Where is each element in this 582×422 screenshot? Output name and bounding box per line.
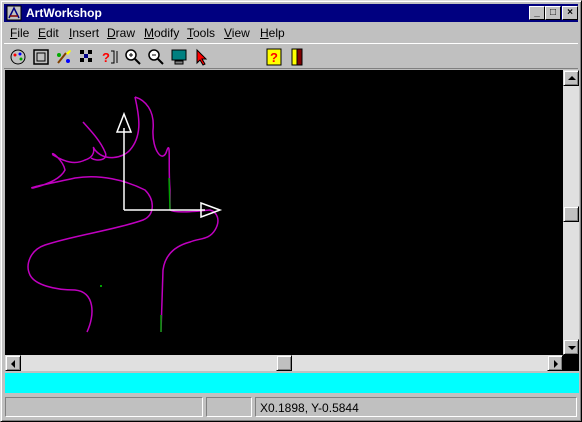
coordinate-readout: X0.1898, Y-0.5844 xyxy=(255,397,577,417)
status-pane-2 xyxy=(206,397,252,417)
help-icon[interactable]: ? xyxy=(264,47,284,67)
svg-text:?: ? xyxy=(102,50,110,65)
app-window: ArtWorkshop _ □ × File Edit Insert Draw … xyxy=(0,0,582,422)
maximize-button[interactable]: □ xyxy=(545,6,561,20)
scroll-right-button[interactable] xyxy=(547,355,563,371)
green-segment xyxy=(168,177,171,211)
scroll-up-button[interactable] xyxy=(563,70,579,86)
scroll-corner xyxy=(563,355,579,371)
palette-icon[interactable] xyxy=(8,47,28,67)
drawing-svg xyxy=(27,96,223,333)
left-arrow-icon xyxy=(11,360,15,368)
scroll-left-button[interactable] xyxy=(5,355,21,371)
frame-icon[interactable] xyxy=(31,47,51,67)
zoom-out-icon[interactable] xyxy=(146,47,166,67)
green-dot xyxy=(100,285,102,287)
svg-text:?: ? xyxy=(270,50,278,65)
menu-edit[interactable]: Edit xyxy=(38,26,59,40)
title-bar[interactable]: ArtWorkshop _ □ × xyxy=(4,4,578,22)
monitor-icon[interactable] xyxy=(169,47,189,67)
drawing-canvas[interactable] xyxy=(5,70,563,355)
menu-modify[interactable]: Modify xyxy=(144,26,179,40)
app-icon xyxy=(6,5,22,21)
menu-insert[interactable]: Insert xyxy=(69,26,99,40)
zoom-in-icon[interactable] xyxy=(123,47,143,67)
scroll-thumb-vertical[interactable] xyxy=(563,206,579,222)
magenta-lobe xyxy=(82,121,107,161)
magenta-antler xyxy=(27,96,153,333)
scroll-down-button[interactable] xyxy=(563,339,579,355)
magenta-curve xyxy=(134,96,219,333)
window-title: ArtWorkshop xyxy=(26,6,102,20)
paint-brush-icon[interactable] xyxy=(54,47,74,67)
status-bar: X0.1898, Y-0.5844 xyxy=(4,395,579,419)
pattern-icon[interactable] xyxy=(77,47,97,67)
close-icon: × xyxy=(567,7,573,18)
right-arrow-icon xyxy=(554,360,558,368)
menu-view[interactable]: View xyxy=(224,26,250,40)
exit-icon[interactable] xyxy=(287,47,307,67)
menu-bar: File Edit Insert Draw Modify Tools View … xyxy=(4,23,578,42)
menu-tools[interactable]: Tools xyxy=(187,26,215,40)
pointer-icon[interactable] xyxy=(192,47,212,67)
vertical-scrollbar[interactable] xyxy=(563,70,579,355)
query-icon[interactable]: ? xyxy=(100,47,120,67)
status-pane-1 xyxy=(5,397,203,417)
maximize-icon: □ xyxy=(549,7,557,18)
menu-draw[interactable]: Draw xyxy=(107,26,135,40)
menu-file[interactable]: File xyxy=(10,26,29,40)
down-arrow-icon xyxy=(568,346,576,350)
toolbar: ? ? xyxy=(4,43,578,69)
command-bar[interactable] xyxy=(5,373,579,393)
menu-help[interactable]: Help xyxy=(260,26,285,40)
up-arrow-icon xyxy=(568,76,576,80)
scroll-thumb-horizontal[interactable] xyxy=(276,355,292,371)
minimize-icon: _ xyxy=(534,7,540,18)
minimize-button[interactable]: _ xyxy=(529,6,545,20)
horizontal-scrollbar[interactable] xyxy=(5,355,563,371)
close-button[interactable]: × xyxy=(562,6,578,20)
